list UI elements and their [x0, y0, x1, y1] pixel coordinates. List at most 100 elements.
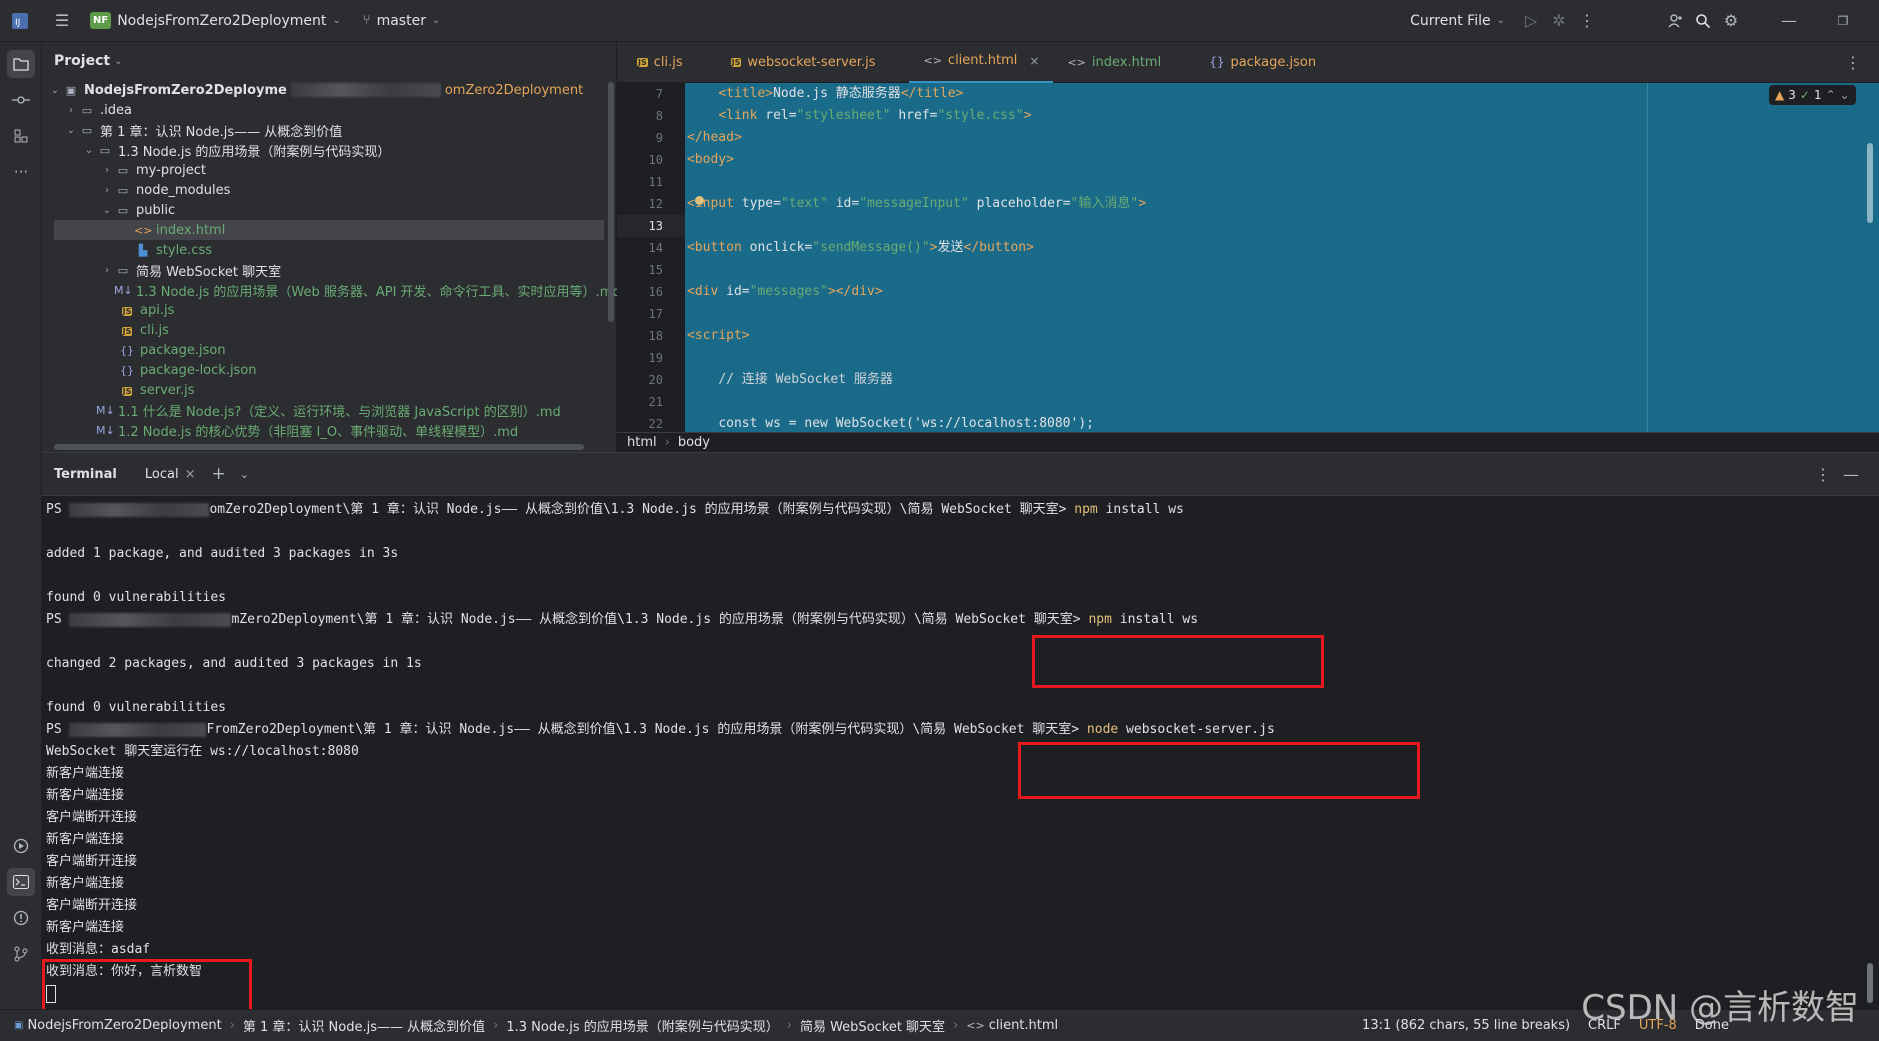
- close-tab-icon[interactable]: ×: [1029, 54, 1039, 68]
- problems-icon[interactable]: [7, 904, 35, 932]
- project-badge: NF: [90, 12, 112, 29]
- status-crumb[interactable]: 1.3 Node.js 的应用场景（附案例与代码实现）: [506, 1016, 778, 1035]
- settings-gear-icon[interactable]: ⚙: [1717, 7, 1745, 35]
- tree-item-label: NodejsFromZero2Deployme: [84, 82, 287, 98]
- status-crumb[interactable]: client.html: [989, 1018, 1058, 1033]
- chevron-down-icon: ⌄: [66, 124, 76, 136]
- inspection-widget[interactable]: ▲ 3 ✓ 1 ⌃ ⌄: [1769, 85, 1856, 105]
- tree-item-root[interactable]: ⌄ ▣ NodejsFromZero2Deployme omZero2Deplo…: [42, 80, 616, 100]
- command-name: npm: [1088, 612, 1112, 627]
- code-token: ></div>: [827, 284, 883, 299]
- tab-label: package.json: [1230, 54, 1317, 70]
- terminal-line: found 0 vulnerabilities: [46, 590, 227, 605]
- svg-text:IJ: IJ: [15, 18, 20, 28]
- chevron-down-icon: ⌄: [1496, 15, 1505, 26]
- branch-selector[interactable]: ⑂ master ⌄: [363, 13, 441, 29]
- tree-item-public[interactable]: ⌄ ▭ public: [42, 200, 616, 220]
- code-token: "messageInput": [859, 196, 969, 211]
- code-area[interactable]: 7 8 9 10 11 12 13 14 15 16 17 18 19 20 2…: [617, 83, 1879, 432]
- tree-item-idea[interactable]: › ▭ .idea: [42, 100, 616, 120]
- tree-item-server-js[interactable]: JS server.js: [42, 380, 616, 400]
- cursor-position[interactable]: 13:1 (862 chars, 55 line breaks): [1362, 1018, 1570, 1033]
- project-horizontal-scrollbar[interactable]: [54, 444, 584, 450]
- new-terminal-icon[interactable]: +: [211, 464, 225, 484]
- more-actions-icon[interactable]: ⋮: [1573, 7, 1601, 35]
- commit-icon[interactable]: [7, 86, 35, 114]
- left-tool-strip: ···: [0, 42, 42, 1009]
- terminal-icon[interactable]: [7, 868, 35, 896]
- prompt-prefix: PS: [46, 722, 62, 737]
- hide-panel-icon[interactable]: —: [1837, 460, 1865, 488]
- editor-scrollbar[interactable]: [1867, 143, 1873, 223]
- tab-package-json[interactable]: {} package.json: [1195, 42, 1330, 82]
- status-crumb[interactable]: NodejsFromZero2Deployment: [27, 1018, 221, 1033]
- tree-item-api-js[interactable]: JS api.js: [42, 300, 616, 320]
- more-tools-icon[interactable]: ···: [7, 158, 35, 186]
- terminal-options-icon[interactable]: ⋮: [1809, 460, 1837, 488]
- project-name: NodejsFromZero2Deployment: [117, 12, 327, 29]
- tree-item-chapter-1[interactable]: ⌄ ▭ 第 1 章：认识 Node.js—— 从概念到价值: [42, 120, 616, 140]
- code-token: id: [726, 284, 742, 299]
- restore-window-icon[interactable]: ❐: [1829, 7, 1857, 35]
- project-panel-header[interactable]: Project ⌄: [42, 42, 616, 80]
- tree-item-md-1-3[interactable]: M↓ 1.3 Node.js 的应用场景（Web 服务器、API 开发、命令行工…: [42, 280, 621, 300]
- status-crumb[interactable]: 第 1 章：认识 Node.js—— 从概念到价值: [243, 1016, 485, 1035]
- line-number-current: 13: [617, 215, 685, 237]
- chevron-up-icon[interactable]: ⌃: [1826, 88, 1836, 102]
- intention-bulb-icon[interactable]: [695, 196, 704, 205]
- tab-client-html[interactable]: <> client.html ×: [909, 41, 1054, 84]
- project-scrollbar[interactable]: [608, 82, 614, 322]
- line-number: 16: [648, 285, 663, 299]
- tree-item-label: server.js: [140, 382, 195, 398]
- tab-cli-js[interactable]: JS cli.js: [623, 42, 697, 82]
- services-icon[interactable]: [7, 832, 35, 860]
- ide-logo-icon[interactable]: IJ: [6, 7, 34, 35]
- terminal-line: 新客户端连接: [46, 766, 125, 781]
- structure-icon[interactable]: [7, 122, 35, 150]
- breadcrumb-item[interactable]: body: [678, 435, 710, 450]
- breadcrumb-item[interactable]: html: [627, 435, 657, 450]
- git-icon[interactable]: [7, 940, 35, 968]
- close-tab-icon[interactable]: ×: [185, 467, 196, 482]
- terminal-panel: Terminal Local × + ⌄ ⋮ — PS omZero2Deplo…: [42, 452, 1879, 1019]
- tree-item-package-json[interactable]: {} package.json: [42, 340, 616, 360]
- debug-icon[interactable]: ✲: [1545, 7, 1573, 35]
- tree-item-index-html[interactable]: <> index.html: [54, 220, 604, 240]
- tree-item-label: 1.1 什么是 Node.js?（定义、运行环境、与浏览器 JavaScript…: [118, 404, 561, 420]
- tab-options-icon[interactable]: ⋮: [1839, 48, 1867, 76]
- folder-icon: ▭: [117, 203, 129, 217]
- tree-item-style-css[interactable]: ▙ style.css: [42, 240, 616, 260]
- code-line-9: </head>: [687, 130, 742, 145]
- tree-item-md-1-2[interactable]: M↓ 1.2 Node.js 的核心优势（非阻塞 I_O、事件驱动、单线程模型）…: [42, 420, 616, 440]
- chevron-down-icon: ⌄: [84, 144, 94, 156]
- line-number: 12: [648, 197, 663, 211]
- tree-item-cli-js[interactable]: JS cli.js: [42, 320, 616, 340]
- tree-item-label: style.css: [156, 242, 212, 258]
- code-token: "stylesheet": [796, 108, 891, 123]
- terminal-tab-local[interactable]: Local ×: [145, 467, 196, 482]
- tree-item-my-project[interactable]: › ▭ my-project: [42, 160, 616, 180]
- status-crumb[interactable]: 简易 WebSocket 聊天室: [800, 1016, 945, 1035]
- add-user-icon[interactable]: [1661, 7, 1689, 35]
- tab-index-html[interactable]: <> index.html: [1053, 42, 1175, 82]
- js-file-icon: JS: [730, 57, 742, 67]
- tree-item-section-1-3[interactable]: ⌄ ▭ 1.3 Node.js 的应用场景（附案例与代码实现）: [42, 140, 616, 160]
- chevron-down-icon[interactable]: ⌄: [240, 468, 249, 481]
- tree-item-websocket-chat[interactable]: › ▭ 简易 WebSocket 聊天室: [42, 260, 616, 280]
- tree-item-node-modules[interactable]: › ▭ node_modules: [42, 180, 616, 200]
- minimize-icon[interactable]: —: [1775, 7, 1803, 35]
- terminal-output[interactable]: PS omZero2Deployment\第 1 章：认识 Node.js—— …: [42, 496, 1879, 1019]
- terminal-scrollbar[interactable]: [1867, 963, 1873, 1003]
- chevron-down-icon[interactable]: ⌄: [1840, 88, 1850, 102]
- tree-item-md-1-1[interactable]: M↓ 1.1 什么是 Node.js?（定义、运行环境、与浏览器 JavaScr…: [42, 400, 616, 420]
- project-selector[interactable]: NF NodejsFromZero2Deployment ⌄: [90, 12, 341, 29]
- run-config-selector[interactable]: Current File ⌄: [1410, 13, 1505, 29]
- project-folder-icon[interactable]: [7, 50, 35, 78]
- chevron-right-icon: ›: [953, 1018, 959, 1033]
- tab-websocket-server-js[interactable]: JS websocket-server.js: [717, 42, 890, 82]
- tree-item-package-lock-json[interactable]: {} package-lock.json: [42, 360, 616, 380]
- main-menu-icon[interactable]: ☰: [48, 7, 76, 35]
- run-icon[interactable]: ▷: [1517, 7, 1545, 35]
- code-line-20: // 连接 WebSocket 服务器: [687, 369, 1787, 391]
- search-icon[interactable]: [1689, 7, 1717, 35]
